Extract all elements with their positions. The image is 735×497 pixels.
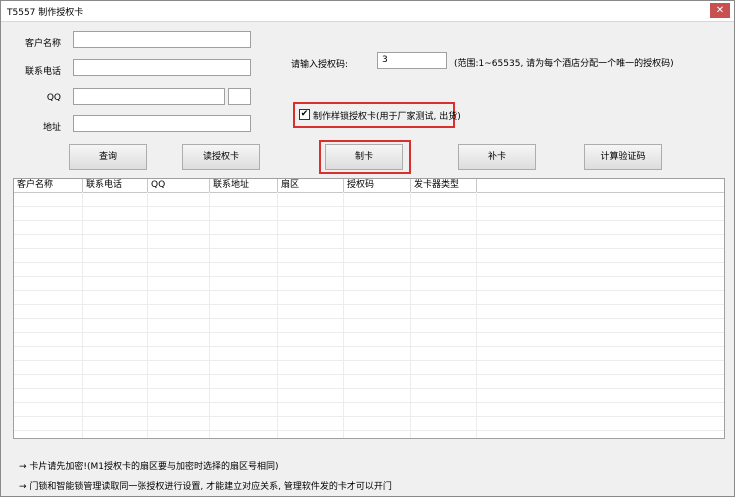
make-card-button[interactable]: 制卡: [325, 144, 403, 170]
query-button[interactable]: 查询: [69, 144, 147, 170]
phone-input[interactable]: [73, 59, 251, 76]
column-divider: [410, 192, 411, 438]
column-divider: [209, 192, 210, 438]
customer-name-label: 客户名称: [24, 39, 61, 49]
column-header-auth-code[interactable]: 授权码: [344, 179, 411, 192]
sample-card-checkbox[interactable]: ✔: [299, 109, 310, 120]
column-header-qq[interactable]: QQ: [148, 179, 210, 192]
column-header-address[interactable]: 联系地址: [210, 179, 278, 192]
address-label: 地址: [42, 123, 61, 133]
column-divider: [82, 192, 83, 438]
column-header-reader-type[interactable]: 发卡器类型: [411, 179, 477, 192]
card-table[interactable]: 客户名称 联系电话 QQ 联系地址 扇区 授权码 发卡器类型: [13, 178, 725, 439]
column-header-sector[interactable]: 扇区: [278, 179, 344, 192]
column-divider: [147, 192, 148, 438]
auth-code-label: 请输入授权码:: [291, 60, 349, 70]
column-header-phone[interactable]: 联系电话: [83, 179, 148, 192]
column-divider: [277, 192, 278, 438]
qq-label: QQ: [46, 93, 61, 103]
close-icon: ✕: [715, 5, 725, 16]
address-input[interactable]: [73, 115, 251, 132]
column-divider: [343, 192, 344, 438]
qq-input[interactable]: [73, 88, 225, 105]
auth-code-input[interactable]: 3: [377, 52, 447, 69]
reissue-card-button[interactable]: 补卡: [458, 144, 536, 170]
note-lock-pairing: → 门锁和智能锁管理读取同一张授权进行设置, 才能建立对应关系, 管理软件发的卡…: [19, 482, 392, 492]
window-title: T5557 制作授权卡: [7, 8, 84, 18]
table-header: 客户名称 联系电话 QQ 联系地址 扇区 授权码 发卡器类型: [14, 179, 724, 193]
column-header-customer-name[interactable]: 客户名称: [14, 179, 83, 192]
read-card-button[interactable]: 读授权卡: [182, 144, 260, 170]
note-encrypt-first: → 卡片请先加密!(M1授权卡的扇区要与加密时选择的扇区号相同): [19, 462, 279, 472]
sample-card-label: 制作样锁授权卡(用于厂家测试, 出货): [313, 112, 461, 122]
customer-name-input[interactable]: [73, 31, 251, 48]
qq-extra-input[interactable]: [228, 88, 251, 105]
calc-code-button[interactable]: 计算验证码: [584, 144, 662, 170]
close-button[interactable]: ✕: [710, 3, 730, 18]
phone-label: 联系电话: [24, 67, 61, 77]
title-bar: T5557 制作授权卡 ✕: [1, 1, 734, 22]
column-divider: [476, 192, 477, 438]
main-window: T5557 制作授权卡 ✕ 客户名称 联系电话 QQ 地址 请输入授权码: 3 …: [0, 0, 735, 497]
checkmark-icon: ✔: [300, 109, 309, 119]
auth-code-hint: (范围:1~65535, 请为每个酒店分配一个唯一的授权码): [454, 59, 674, 69]
